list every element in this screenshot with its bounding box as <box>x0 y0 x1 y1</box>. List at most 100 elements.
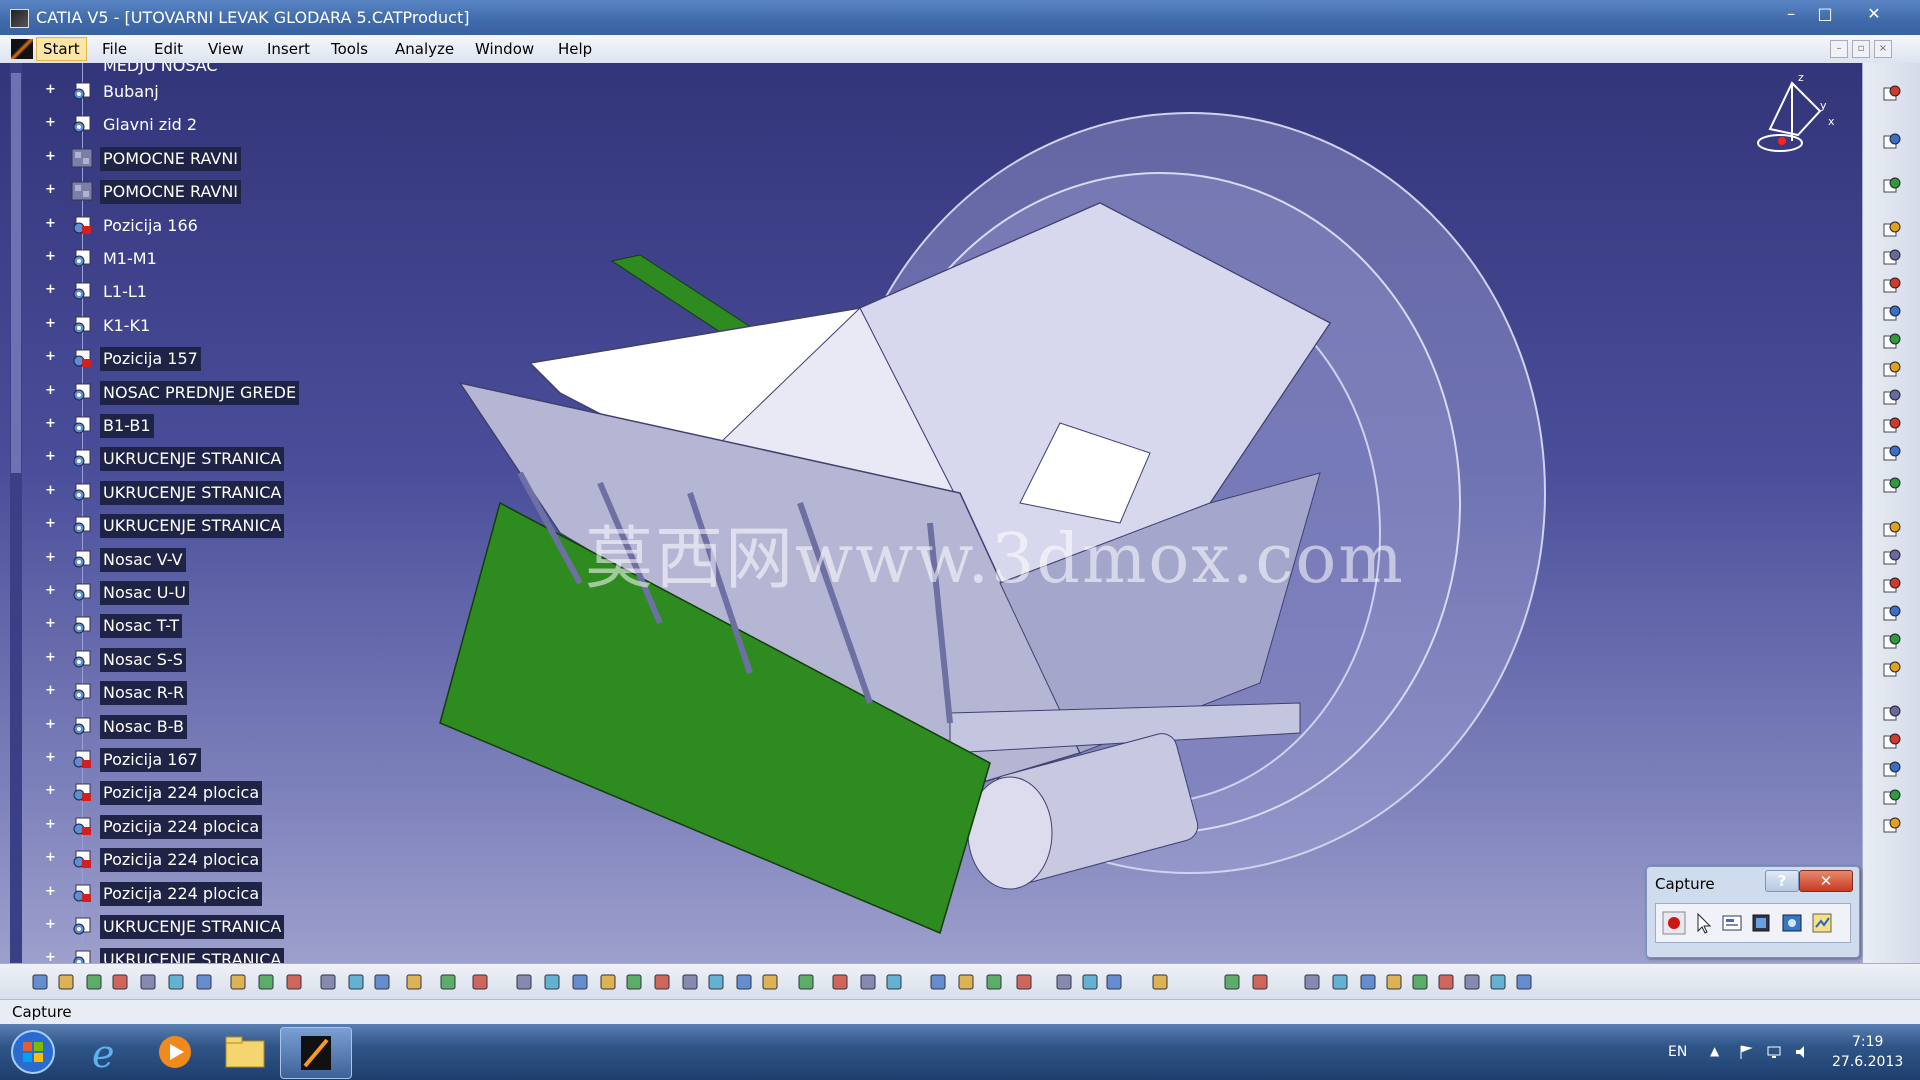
expand-plus-icon[interactable]: + <box>45 150 56 163</box>
scene-icon[interactable] <box>1222 972 1242 992</box>
catalog-icon[interactable] <box>438 972 458 992</box>
scene-icon[interactable] <box>1881 631 1903 653</box>
close-button[interactable]: ✕ <box>1854 4 1894 24</box>
component-icon[interactable] <box>1104 972 1124 992</box>
capture-close-button[interactable]: ✕ <box>1799 870 1853 892</box>
expand-plus-icon[interactable]: + <box>45 684 56 697</box>
expand-plus-icon[interactable]: + <box>45 417 56 430</box>
multi-instance-icon[interactable] <box>1514 972 1534 992</box>
distance-icon[interactable] <box>1330 972 1350 992</box>
measure-icon[interactable] <box>1881 603 1903 625</box>
expand-plus-icon[interactable]: + <box>45 450 56 463</box>
compass-icon[interactable]: z y x <box>1750 71 1840 161</box>
expand-plus-icon[interactable]: + <box>45 951 56 963</box>
catia-app-icon[interactable] <box>10 9 29 28</box>
multi-instance-icon[interactable] <box>1881 815 1903 837</box>
move-icon[interactable] <box>1881 359 1903 381</box>
swap-icon[interactable] <box>760 972 780 992</box>
expand-plus-icon[interactable]: + <box>45 718 56 731</box>
law-icon[interactable] <box>470 972 490 992</box>
zoom-out-icon[interactable] <box>652 972 672 992</box>
measure-icon[interactable] <box>830 972 850 992</box>
bom-icon[interactable] <box>1881 659 1903 681</box>
expand-plus-icon[interactable]: + <box>45 751 56 764</box>
snap-icon[interactable] <box>956 972 976 992</box>
expand-plus-icon[interactable]: + <box>45 217 56 230</box>
options-icon[interactable] <box>1720 911 1744 935</box>
undo-icon[interactable] <box>228 972 248 992</box>
reorder-icon[interactable] <box>1881 787 1903 809</box>
expand-plus-icon[interactable]: + <box>45 784 56 797</box>
expand-plus-icon[interactable]: + <box>45 250 56 263</box>
fit-all-icon[interactable] <box>542 972 562 992</box>
paste-icon[interactable] <box>194 972 214 992</box>
manipulate-icon[interactable] <box>1881 475 1903 497</box>
bom-icon[interactable] <box>1384 972 1404 992</box>
capture-help-button[interactable]: ? <box>1765 870 1799 892</box>
rotate-icon[interactable] <box>598 972 618 992</box>
whats-this-icon[interactable] <box>284 972 304 992</box>
explorer-icon[interactable] <box>210 1027 280 1077</box>
fly-icon[interactable] <box>514 972 534 992</box>
menu-edit[interactable]: Edit <box>154 40 183 58</box>
zoom-in-icon[interactable] <box>624 972 644 992</box>
expand-plus-icon[interactable]: + <box>45 116 56 129</box>
start-orb-icon[interactable] <box>2 1027 64 1077</box>
copy-icon[interactable] <box>166 972 186 992</box>
select-arrow-icon[interactable] <box>1881 131 1903 153</box>
menu-tools[interactable]: Tools <box>331 40 368 58</box>
gear-icon[interactable] <box>1881 83 1903 105</box>
options-icon[interactable] <box>1014 972 1034 992</box>
macro-icon[interactable] <box>372 972 392 992</box>
expand-plus-icon[interactable]: + <box>45 885 56 898</box>
snap-icon[interactable] <box>1881 443 1903 465</box>
rotate-icon[interactable] <box>1881 175 1903 197</box>
iso-view-icon[interactable] <box>706 972 726 992</box>
open-icon[interactable] <box>56 972 76 992</box>
publish-icon[interactable] <box>1488 972 1508 992</box>
formula-icon[interactable] <box>318 972 338 992</box>
component-icon[interactable] <box>1881 275 1903 297</box>
probe-icon[interactable] <box>884 972 904 992</box>
redo-icon[interactable] <box>256 972 276 992</box>
tray-expand-icon[interactable]: ▲ <box>1710 1044 1726 1060</box>
constraint-icon[interactable] <box>1054 972 1074 992</box>
insert-icon[interactable] <box>1150 972 1170 992</box>
menu-window[interactable]: Window <box>475 40 534 58</box>
save-icon[interactable] <box>1810 911 1834 935</box>
assembly-icon[interactable] <box>1881 219 1903 241</box>
media-player-icon[interactable] <box>140 1027 210 1077</box>
internet-explorer-icon[interactable]: e <box>70 1027 140 1077</box>
capture-icon[interactable] <box>1780 911 1804 935</box>
reorder-icon[interactable] <box>1462 972 1482 992</box>
expand-plus-icon[interactable]: + <box>45 283 56 296</box>
table-icon[interactable] <box>404 972 424 992</box>
expand-plus-icon[interactable]: + <box>45 651 56 664</box>
volume-icon[interactable] <box>1794 1044 1810 1060</box>
expand-plus-icon[interactable]: + <box>45 918 56 931</box>
expand-plus-icon[interactable]: + <box>45 350 56 363</box>
analyze-icon[interactable] <box>858 972 878 992</box>
menu-help[interactable]: Help <box>558 40 592 58</box>
expand-plus-icon[interactable]: + <box>45 83 56 96</box>
expand-plus-icon[interactable]: + <box>45 851 56 864</box>
mode-icon[interactable] <box>796 972 816 992</box>
expand-plus-icon[interactable]: + <box>45 317 56 330</box>
tree-scrollbar-thumb[interactable] <box>11 73 21 473</box>
expand-plus-icon[interactable]: + <box>45 384 56 397</box>
clock-time[interactable]: 7:19 <box>1852 1034 1883 1050</box>
select-icon[interactable] <box>1692 911 1716 935</box>
insert-icon[interactable] <box>1881 303 1903 325</box>
new-icon[interactable] <box>30 972 50 992</box>
constraint-icon[interactable] <box>1881 331 1903 353</box>
menu-analyze[interactable]: Analyze <box>395 40 454 58</box>
catalog-icon[interactable] <box>1881 415 1903 437</box>
comment-icon[interactable] <box>346 972 366 992</box>
album-icon[interactable] <box>1750 911 1774 935</box>
record-icon[interactable] <box>1662 911 1686 935</box>
menu-insert[interactable]: Insert <box>267 40 310 58</box>
doc-minimize-button[interactable]: – <box>1830 40 1848 58</box>
capture-dialog[interactable]: Capture ? ✕ <box>1646 866 1860 958</box>
action-center-flag-icon[interactable] <box>1738 1044 1754 1060</box>
language-indicator[interactable]: EN <box>1668 1044 1687 1060</box>
